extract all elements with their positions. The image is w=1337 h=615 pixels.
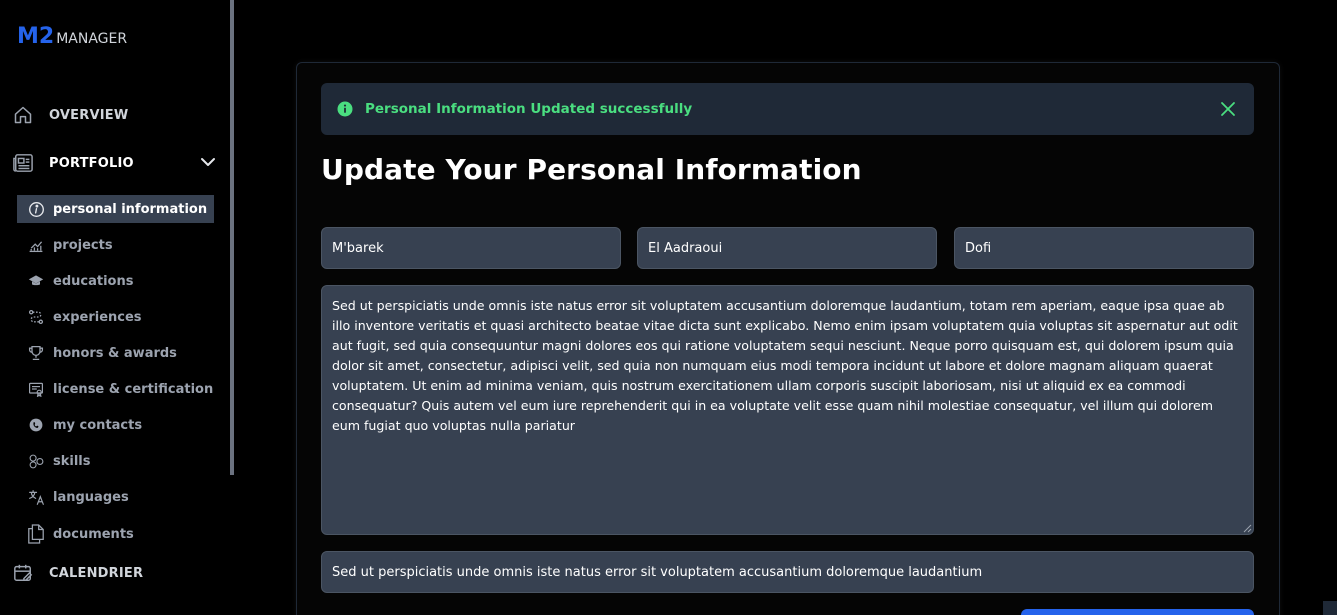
translate-icon (27, 488, 45, 506)
sidebar-item-skills[interactable]: skills (17, 447, 214, 475)
sidebar-item-label: skills (53, 453, 91, 469)
alert-message: Personal Information Updated successfull… (365, 101, 693, 117)
graduation-cap-icon (27, 272, 45, 290)
sidebar-item-experiences[interactable]: experiences (17, 303, 214, 331)
chevron-down-icon[interactable] (198, 152, 218, 172)
route-icon (27, 308, 45, 326)
sidebar-item-calendrier[interactable]: CALENDRIER (12, 559, 143, 587)
sidebar-item-my-contacts[interactable]: my contacts (17, 411, 214, 439)
sidebar-item-overview[interactable]: OVERVIEW (12, 101, 128, 129)
chart-icon (27, 236, 45, 254)
logo-text: MANAGER (56, 31, 128, 47)
app-logo[interactable]: M2 MANAGER (17, 24, 127, 49)
sidebar-item-label: projects (53, 237, 113, 253)
nickname-input[interactable] (954, 227, 1254, 269)
info-circle-icon (337, 101, 353, 117)
sidebar-item-label: documents (53, 526, 134, 542)
last-name-input[interactable] (637, 227, 937, 269)
sidebar-item-label: languages (53, 489, 129, 505)
sidebar-item-languages[interactable]: languages (17, 483, 214, 511)
sidebar-item-label: CALENDRIER (49, 565, 144, 581)
sidebar-item-documents[interactable]: documents (17, 520, 214, 548)
sidebar-item-label: personal information (53, 201, 208, 217)
sidebar-item-label: educations (53, 273, 134, 289)
page-title: Update Your Personal Information (321, 153, 862, 186)
sidebar-item-personal-information[interactable]: personal information (17, 195, 214, 223)
sidebar-item-honors-awards[interactable]: honors & awards (17, 339, 214, 367)
trophy-icon (27, 344, 45, 362)
scroll-corner (1323, 601, 1337, 615)
sidebar-item-label: my contacts (53, 417, 143, 433)
close-icon[interactable] (1220, 101, 1236, 117)
sidebar-item-label: PORTFOLIO (49, 155, 134, 171)
resize-handle-icon[interactable] (1243, 524, 1252, 533)
contact-icon (27, 416, 45, 434)
sidebar-item-label: experiences (53, 309, 142, 325)
sidebar-item-label: license & certification (53, 381, 214, 397)
certificate-icon (27, 380, 45, 398)
first-name-input[interactable] (321, 227, 621, 269)
bio-textarea[interactable]: Sed ut perspiciatis unde omnis iste natu… (321, 285, 1254, 535)
sidebar-scrollbar[interactable] (230, 0, 234, 475)
calendar-icon (12, 562, 34, 584)
sidebar-item-label: OVERVIEW (49, 107, 129, 123)
info-icon (27, 200, 45, 218)
documents-icon (27, 524, 45, 544)
headline-input[interactable] (321, 551, 1254, 593)
home-icon (12, 104, 34, 126)
sidebar-item-label: honors & awards (53, 345, 177, 361)
submit-button[interactable] (1021, 609, 1254, 615)
sidebar-item-portfolio[interactable]: PORTFOLIO (12, 149, 134, 177)
sidebar-item-educations[interactable]: educations (17, 267, 214, 295)
logo-mark: M2 (17, 24, 55, 49)
newspaper-icon (12, 152, 34, 174)
hexagons-icon (27, 452, 45, 470)
sidebar-item-projects[interactable]: projects (17, 231, 214, 259)
success-alert: Personal Information Updated successfull… (321, 83, 1254, 135)
sidebar: M2 MANAGER OVERVIEW PORTFOLIO personal i… (0, 0, 236, 615)
sidebar-item-license-certification[interactable]: license & certification (17, 375, 214, 403)
